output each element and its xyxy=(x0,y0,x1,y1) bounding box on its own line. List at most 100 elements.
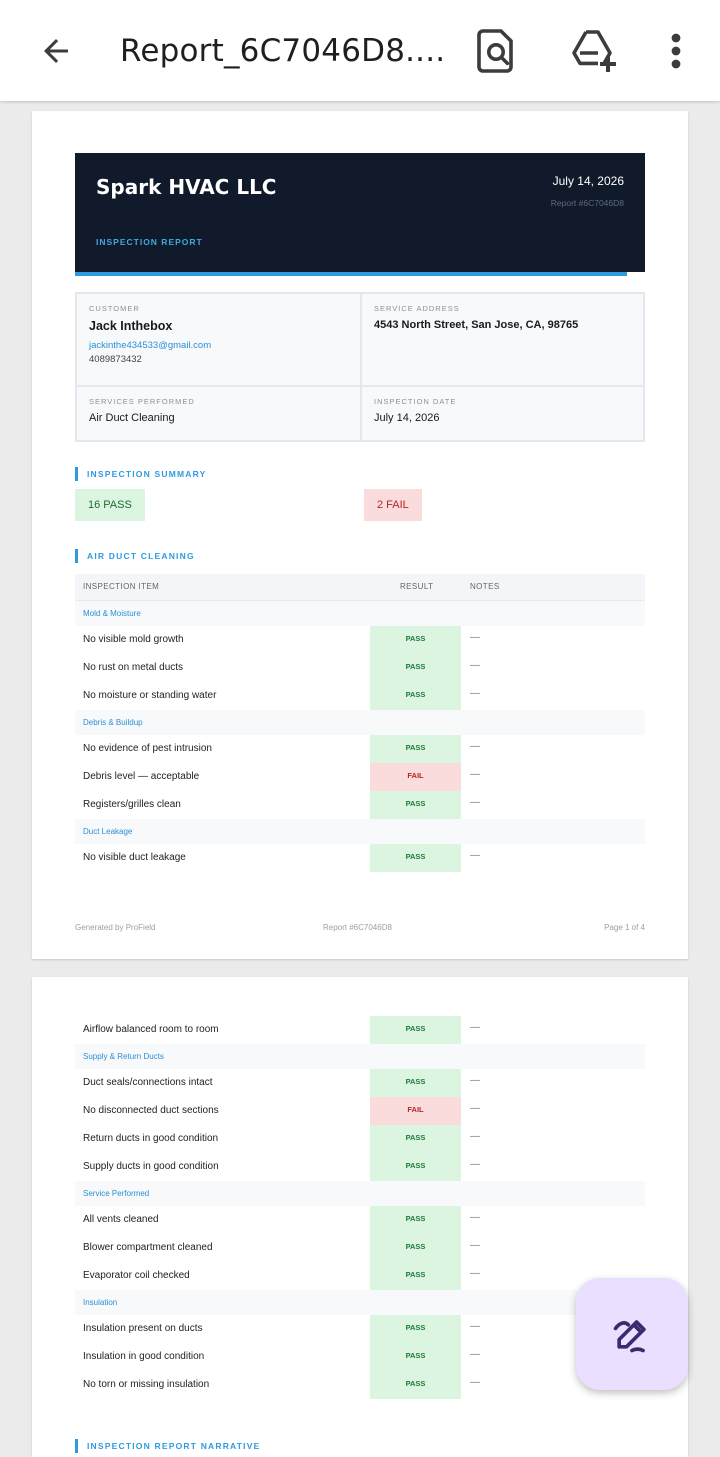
inspection-item: Insulation in good condition xyxy=(83,1351,205,1362)
group-label: Duct Leakage xyxy=(83,827,133,836)
group-label: Debris & Buildup xyxy=(83,718,143,727)
services-label: SERVICES PERFORMED xyxy=(89,397,195,406)
table-body: Mold & Moisture No visible mold growth PAS… xyxy=(75,601,645,872)
more-options-button[interactable] xyxy=(656,24,696,78)
inspection-table-continued: Airflow balanced room to room PASS — Supply… xyxy=(75,1016,645,1399)
result-badge: PASS xyxy=(370,844,461,872)
inspection-item: No rust on metal ducts xyxy=(83,662,184,673)
result-badge: PASS xyxy=(370,1153,461,1181)
table-row: No evidence of pest intrusion PASS — xyxy=(75,735,645,763)
result-badge: PASS xyxy=(370,682,461,710)
table-row: Duct seals/connections intact PASS — xyxy=(75,1069,645,1097)
table-group-header: Debris & Buildup xyxy=(75,710,645,735)
add-to-drive-button[interactable] xyxy=(564,24,624,78)
table-row: No moisture or standing water PASS — xyxy=(75,682,645,710)
narrative-title: INSPECTION REPORT NARRATIVE xyxy=(75,1439,260,1453)
document-title: Report_6C7046D8.... xyxy=(120,33,446,69)
services-performed: Air Duct Cleaning xyxy=(89,412,175,424)
table-group-header: Supply & Return Ducts xyxy=(75,1044,645,1069)
customer-phone: 4089873432 xyxy=(89,354,142,365)
address-cell: SERVICE ADDRESS 4543 North Street, San J… xyxy=(362,294,645,341)
inspection-date-label: INSPECTION DATE xyxy=(374,397,457,406)
notes-cell: — xyxy=(470,1103,480,1114)
table-row: No visible mold growth PASS — xyxy=(75,626,645,654)
notes-cell: — xyxy=(470,660,480,671)
header-accent-bar xyxy=(75,272,627,276)
notes-cell: — xyxy=(470,688,480,699)
result-badge: PASS xyxy=(370,1016,461,1044)
services-cell: SERVICES PERFORMED Air Duct Cleaning xyxy=(77,387,360,434)
table-body: Airflow balanced room to room PASS — Supply… xyxy=(75,1016,645,1399)
inspection-item: Blower compartment cleaned xyxy=(83,1242,213,1253)
notes-cell: — xyxy=(470,1377,480,1388)
find-in-page-icon xyxy=(477,29,513,73)
inspection-item: No moisture or standing water xyxy=(83,690,217,701)
result-badge: PASS xyxy=(370,1315,461,1343)
report-type-label: INSPECTION REPORT xyxy=(96,237,203,247)
inspection-item: Evaporator coil checked xyxy=(83,1270,190,1281)
find-in-document-button[interactable] xyxy=(470,24,524,78)
top-app-bar: Report_6C7046D8.... xyxy=(0,0,720,101)
table-group-header: Insulation xyxy=(75,1290,645,1315)
customer-email[interactable]: jackinthe434533@gmail.com xyxy=(89,340,348,351)
result-badge: PASS xyxy=(370,1262,461,1290)
table-header: INSPECTION ITEM RESULT NOTES xyxy=(75,574,645,601)
group-label: Mold & Moisture xyxy=(83,609,141,618)
notes-cell: — xyxy=(470,741,480,752)
col-result-header: RESULT xyxy=(400,582,434,591)
table-row: No torn or missing insulation PASS — xyxy=(75,1371,645,1399)
inspection-item: Debris level — acceptable xyxy=(83,771,200,782)
service-address: 4543 North Street, San Jose, CA, 98765 xyxy=(374,319,579,331)
inspection-item: No disconnected duct sections xyxy=(83,1105,219,1116)
customer-cell: CUSTOMER Jack Inthebox jackinthe434533@g… xyxy=(77,294,360,375)
group-label: Supply & Return Ducts xyxy=(83,1052,164,1061)
fail-count-badge: 2 FAIL xyxy=(364,489,422,521)
more-vert-icon xyxy=(671,33,681,69)
customer-info-grid: CUSTOMER Jack Inthebox jackinthe434533@g… xyxy=(75,292,645,442)
notes-cell: — xyxy=(470,1022,480,1033)
summary-title: INSPECTION SUMMARY xyxy=(75,467,207,481)
notes-cell: — xyxy=(470,850,480,861)
report-header: Spark HVAC LLC July 14, 2026 Report #6C7… xyxy=(75,153,645,272)
group-label: Insulation xyxy=(83,1298,118,1307)
result-badge: PASS xyxy=(370,1371,461,1399)
inspection-item: Supply ducts in good condition xyxy=(83,1161,219,1172)
inspection-item: No torn or missing insulation xyxy=(83,1379,210,1390)
result-badge: PASS xyxy=(370,654,461,682)
report-date: July 14, 2026 xyxy=(552,174,624,188)
table-group-header: Duct Leakage xyxy=(75,819,645,844)
inspection-item: No visible mold growth xyxy=(83,634,184,645)
back-button[interactable] xyxy=(26,24,86,78)
result-badge: PASS xyxy=(370,1234,461,1262)
col-item-header: INSPECTION ITEM xyxy=(83,582,160,591)
footer-page-number: Page 1 of 4 xyxy=(604,923,645,932)
table-row: Airflow balanced room to room PASS — xyxy=(75,1016,645,1044)
table-row: Blower compartment cleaned PASS — xyxy=(75,1234,645,1262)
footer-report-id: Report #6C7046D8 xyxy=(323,923,392,932)
table-group-header: Mold & Moisture xyxy=(75,601,645,626)
result-badge: PASS xyxy=(370,1206,461,1234)
table-row: No rust on metal ducts PASS — xyxy=(75,654,645,682)
address-label: SERVICE ADDRESS xyxy=(374,304,460,313)
report-id: Report #6C7046D8 xyxy=(550,198,624,208)
inspection-date-cell: INSPECTION DATE July 14, 2026 xyxy=(362,387,645,434)
table-row: Registers/grilles clean PASS — xyxy=(75,791,645,819)
notes-cell: — xyxy=(470,1240,480,1251)
table-row: No visible duct leakage PASS — xyxy=(75,844,645,872)
result-badge: PASS xyxy=(370,735,461,763)
inspection-item: Duct seals/connections intact xyxy=(83,1077,213,1088)
inspection-item: Insulation present on ducts xyxy=(83,1323,203,1334)
table-group-header: Service Performed xyxy=(75,1181,645,1206)
result-badge: FAIL xyxy=(370,763,461,791)
table-row: Return ducts in good condition PASS — xyxy=(75,1125,645,1153)
notes-cell: — xyxy=(470,1212,480,1223)
notes-cell: — xyxy=(470,632,480,643)
annotate-fab-button[interactable] xyxy=(576,1278,688,1390)
table-row: Supply ducts in good condition PASS — xyxy=(75,1153,645,1181)
pass-count-badge: 16 PASS xyxy=(75,489,145,521)
draw-annotate-icon xyxy=(613,1320,646,1353)
inspection-item: No visible duct leakage xyxy=(83,852,186,863)
table-row: Debris level — acceptable FAIL — xyxy=(75,763,645,791)
company-name: Spark HVAC LLC xyxy=(96,175,277,199)
footer-generator: Generated by ProField xyxy=(75,923,156,932)
